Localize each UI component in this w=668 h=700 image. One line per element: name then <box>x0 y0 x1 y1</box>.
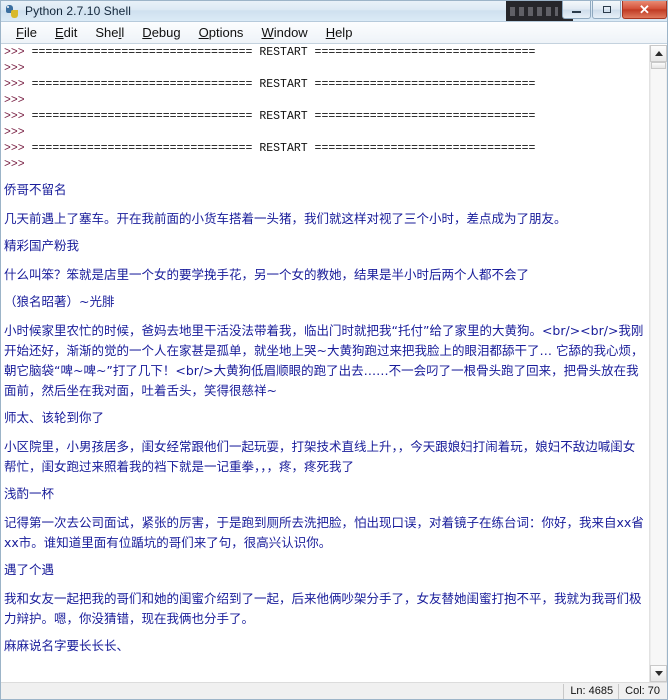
menu-item-help[interactable]: Help <box>317 24 362 42</box>
minimize-button[interactable] <box>562 1 591 19</box>
shell-prompt: >>> <box>4 46 32 59</box>
post-body: 小时候家里农忙的时候，爸妈去地里干活没法带着我，临出门时就把我“托付”给了家里的… <box>4 323 644 398</box>
shell-line: >>> <box>4 125 647 141</box>
scrollbar-thumb[interactable] <box>651 62 666 69</box>
python-logo-icon <box>5 4 20 19</box>
menu-item-debug[interactable]: Debug <box>133 24 189 42</box>
shell-prompt: >>> <box>4 158 32 171</box>
restart-separator: ================================ RESTART… <box>31 78 536 91</box>
post-title: 麻麻说名字要长长长、 <box>4 638 130 653</box>
menu-item-window[interactable]: Window <box>252 24 316 42</box>
python-shell-window: Python 2.7.10 Shell ✕ File Edit Shell De… <box>0 0 668 700</box>
status-line-number: Ln: 4685 <box>563 683 618 699</box>
shell-body: >>> ================================ RES… <box>1 44 667 682</box>
shell-prompt: >>> <box>4 110 32 123</box>
post-body: 小区院里，小男孩居多，闺女经常跟他们一起玩耍，打架技术直线上升，，今天跟娘妇打闹… <box>4 439 636 474</box>
menu-item-edit[interactable]: Edit <box>46 24 86 42</box>
close-button[interactable]: ✕ <box>622 1 667 19</box>
shell-line: >>> ================================ RES… <box>4 77 647 93</box>
menu-item-options[interactable]: Options <box>190 24 253 42</box>
post-title: 师太、该轮到你了 <box>4 410 105 425</box>
shell-line: >>> ================================ RES… <box>4 141 647 157</box>
shell-prompt: >>> <box>4 126 32 139</box>
shell-line: >>> ================================ RES… <box>4 109 647 125</box>
shell-prompt: >>> <box>4 62 32 75</box>
post-body: 我和女友一起把我的哥们和她的闺蜜介绍到了一起，后来他俩吵架分手了，女友替她闺蜜打… <box>4 591 642 626</box>
scroll-down-arrow-icon[interactable] <box>650 665 667 682</box>
window-controls: ✕ <box>561 1 667 20</box>
post-body: 几天前遇上了塞车。开在我前面的小货车搭着一头猪，我们就这样对视了三个小时，差点成… <box>4 211 567 226</box>
vertical-scrollbar[interactable] <box>649 45 667 682</box>
menu-item-shell[interactable]: Shell <box>86 24 133 42</box>
restart-separator: ================================ RESTART… <box>31 142 536 155</box>
shell-line: >>> ================================ RES… <box>4 45 647 61</box>
post-title: 浅酌一杯 <box>4 486 55 501</box>
post-title: （狼名昭著）~光腓 <box>4 294 115 309</box>
menubar: File Edit Shell Debug Options Window Hel… <box>1 22 667 44</box>
titlebar[interactable]: Python 2.7.10 Shell ✕ <box>1 1 667 22</box>
menu-item-file[interactable]: File <box>7 24 46 42</box>
shell-prompt: >>> <box>4 78 32 91</box>
shell-prompt: >>> <box>4 142 32 155</box>
shell-prompt: >>> <box>4 94 32 107</box>
restart-separator: ================================ RESTART… <box>31 110 536 123</box>
statusbar: Ln: 4685 Col: 70 <box>1 682 667 699</box>
shell-line: >>> <box>4 93 647 109</box>
post-title: 侨哥不留名 <box>4 182 67 197</box>
window-title: Python 2.7.10 Shell <box>25 4 131 18</box>
scrollbar-track[interactable] <box>650 62 667 665</box>
maximize-button[interactable] <box>592 1 621 19</box>
post-body: 记得第一次去公司面试，紧张的厉害，于是跑到厕所去洗把脸，怕出现口误，对着镜子在练… <box>4 515 644 550</box>
restart-separator: ================================ RESTART… <box>31 46 536 59</box>
status-column-number: Col: 70 <box>618 683 665 699</box>
post-body: 什么叫笨？笨就是店里一个女的要学挽手花，另一个女的教她，结果是半小时后两个人都不… <box>4 267 530 282</box>
post-title: 精彩国产粉我 <box>4 238 80 253</box>
post-title: 遇了个遇 <box>4 562 55 577</box>
shell-line: >>> <box>4 61 647 77</box>
scroll-up-arrow-icon[interactable] <box>650 45 667 62</box>
shell-line: >>> <box>4 157 647 173</box>
shell-output-text[interactable]: >>> ================================ RES… <box>1 45 649 682</box>
